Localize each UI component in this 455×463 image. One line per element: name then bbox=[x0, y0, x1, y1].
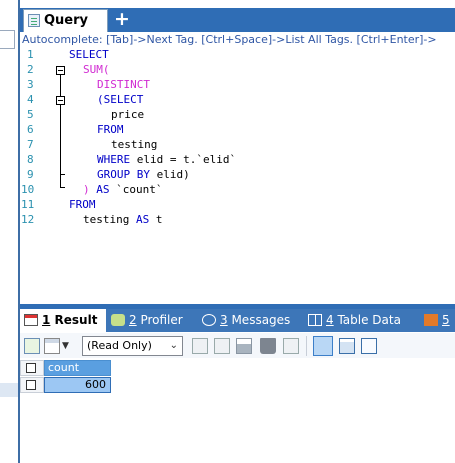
code-token: elid = t.`elid` bbox=[130, 153, 237, 166]
left-panel-edge bbox=[0, 0, 18, 463]
tab-overflow[interactable]: 5 bbox=[424, 309, 450, 332]
code-token: GROUP BY bbox=[97, 168, 150, 181]
line-number: 9 bbox=[27, 168, 34, 181]
chevron-down-icon[interactable]: ▼ bbox=[62, 341, 69, 351]
chevron-down-icon: ⌄ bbox=[169, 340, 178, 351]
tab-messages-label: Messages bbox=[227, 313, 291, 327]
query-icon bbox=[28, 14, 40, 27]
tab-messages-number: 3 bbox=[220, 313, 228, 327]
code-token: `count` bbox=[109, 183, 163, 196]
checkbox[interactable] bbox=[26, 380, 36, 390]
column-header-count[interactable]: count bbox=[44, 360, 111, 376]
fold-toggle-icon[interactable] bbox=[56, 66, 65, 75]
line-number: 4 bbox=[27, 93, 34, 106]
fold-guide bbox=[60, 75, 61, 96]
code-line: price bbox=[111, 108, 145, 121]
result-grid-icon bbox=[24, 314, 38, 326]
profiler-icon bbox=[111, 314, 125, 326]
code-line: FROM bbox=[97, 123, 124, 136]
text-view-icon[interactable] bbox=[361, 338, 377, 354]
left-panel-band bbox=[0, 383, 18, 397]
code-token: AS bbox=[135, 213, 150, 226]
line-number: 10 bbox=[21, 183, 35, 196]
code-line: testing bbox=[111, 138, 158, 151]
toolbar-divider bbox=[306, 336, 307, 356]
tab-query-label: Query bbox=[44, 13, 89, 28]
line-number: 11 bbox=[21, 198, 35, 211]
line-number: 8 bbox=[27, 153, 34, 166]
line-number: 7 bbox=[27, 138, 34, 151]
tab-result[interactable]: 1 Result bbox=[20, 309, 106, 332]
fold-toggle-icon[interactable] bbox=[56, 96, 65, 105]
fold-end bbox=[60, 174, 65, 175]
code-line: SELECT bbox=[69, 48, 109, 61]
code-token: testing bbox=[83, 213, 136, 226]
autocomplete-hint: Autocomplete: [Tab]->Next Tag. [Ctrl+Spa… bbox=[22, 33, 437, 46]
code-line: testing AS t bbox=[83, 212, 162, 227]
row-selector[interactable] bbox=[20, 377, 44, 393]
form-view-icon[interactable] bbox=[339, 338, 355, 354]
code-line: ) AS `count` bbox=[83, 182, 162, 197]
code-token: WHERE bbox=[97, 153, 131, 166]
code-line: SUM( bbox=[83, 63, 110, 76]
edit-mode-select[interactable]: (Read Only) ⌄ bbox=[82, 336, 183, 356]
info-icon bbox=[202, 314, 216, 326]
tab-messages[interactable]: 3 Messages bbox=[202, 309, 290, 332]
result-tab-bar: 1 Result 2 Profiler 3 Messages 4 Table D… bbox=[20, 309, 455, 332]
tab-table-data-label: Table Data bbox=[333, 313, 401, 327]
tab-overflow-icon bbox=[424, 314, 438, 326]
code-line: DISTINCT bbox=[97, 78, 150, 91]
table-icon bbox=[308, 314, 322, 326]
tab-result-label: Result bbox=[50, 313, 98, 327]
line-number: 2 bbox=[27, 63, 34, 76]
refresh-icon[interactable] bbox=[192, 338, 208, 354]
grid-view-icon[interactable] bbox=[313, 336, 333, 356]
code-line: GROUP BY elid) bbox=[97, 167, 190, 182]
code-token: ) bbox=[83, 183, 97, 196]
line-number: 12 bbox=[21, 213, 35, 226]
tab-table-data[interactable]: 4 Table Data bbox=[308, 309, 401, 332]
grid-menu-icon[interactable] bbox=[44, 338, 60, 354]
tab-profiler-label: Profiler bbox=[136, 313, 183, 327]
tab-profiler[interactable]: 2 Profiler bbox=[111, 309, 183, 332]
code-token: AS bbox=[96, 183, 110, 196]
edit-mode-value: (Read Only) bbox=[87, 339, 152, 352]
code-line: WHERE elid = t.`elid` bbox=[97, 152, 236, 167]
fold-end bbox=[60, 187, 65, 188]
checkbox[interactable] bbox=[26, 363, 36, 373]
copy-icon[interactable] bbox=[214, 338, 230, 354]
sql-editor[interactable]: 1 2 3 4 5 6 7 8 9 10 11 12 SELECT SUM( D… bbox=[20, 47, 455, 297]
add-tab-button[interactable]: + bbox=[113, 9, 131, 29]
code-token: elid) bbox=[149, 168, 190, 181]
table-cell[interactable]: 600 bbox=[44, 377, 111, 393]
cancel-icon[interactable] bbox=[283, 338, 299, 354]
line-number: 1 bbox=[27, 48, 34, 61]
tab-query[interactable]: Query bbox=[23, 9, 108, 32]
left-panel-box bbox=[0, 30, 15, 49]
line-number: 5 bbox=[27, 108, 34, 121]
line-number: 6 bbox=[27, 123, 34, 136]
code-token: t bbox=[149, 213, 163, 226]
save-icon[interactable] bbox=[236, 338, 252, 354]
line-number: 3 bbox=[27, 78, 34, 91]
code-line: FROM bbox=[69, 198, 96, 211]
delete-icon[interactable] bbox=[260, 338, 276, 354]
tab-overflow-number: 5 bbox=[442, 313, 450, 327]
add-row-icon[interactable] bbox=[24, 338, 40, 354]
select-all-cell[interactable] bbox=[20, 360, 44, 376]
tab-table-data-number: 4 bbox=[326, 313, 334, 327]
tab-profiler-number: 2 bbox=[129, 313, 137, 327]
code-line: (SELECT bbox=[97, 93, 144, 106]
